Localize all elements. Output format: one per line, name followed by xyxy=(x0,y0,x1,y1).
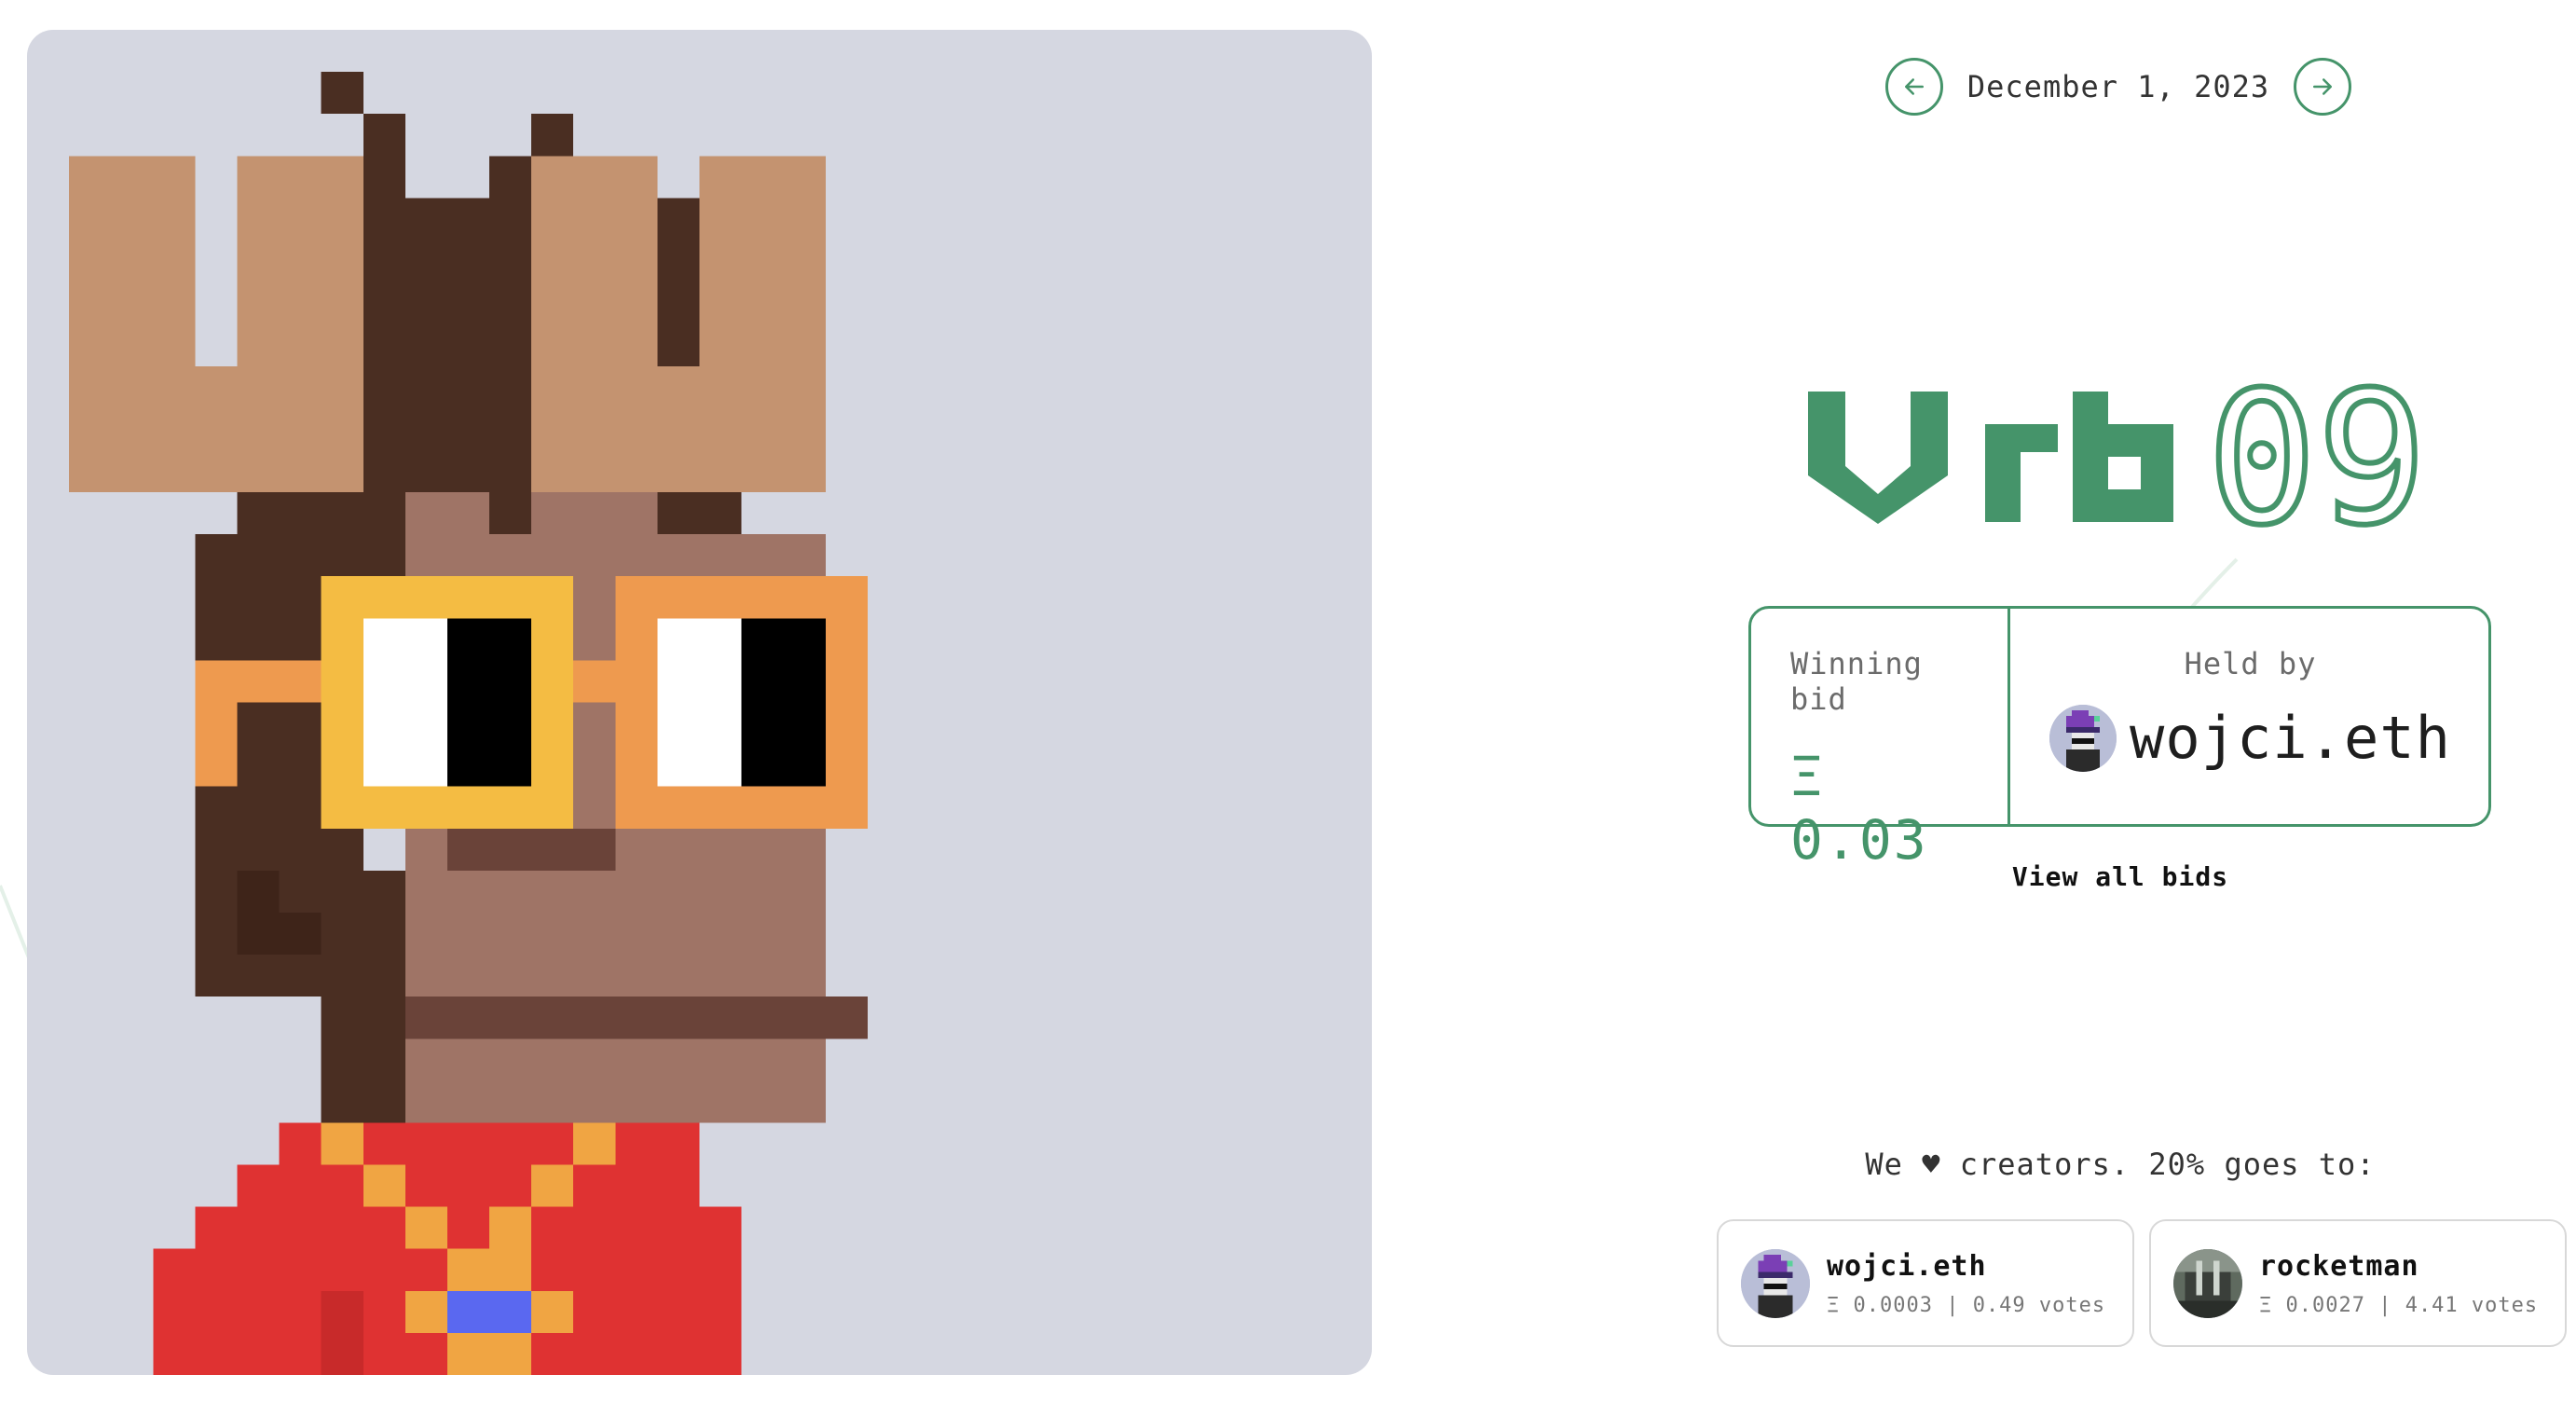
winning-bid-label: Winning bid xyxy=(1790,646,1923,717)
auction-date: December 1, 2023 xyxy=(1966,69,2270,104)
date-navigation: December 1, 2023 xyxy=(1885,58,2351,116)
creator-stats: Ξ 0.0003 | 0.49 votes xyxy=(1827,1293,2106,1317)
arrow-left-icon xyxy=(1905,78,1924,95)
arrow-right-icon xyxy=(2313,78,2332,95)
previous-auction-button[interactable] xyxy=(1885,58,1943,116)
creators-heading-suffix: creators. 20% goes to: xyxy=(1959,1147,2376,1182)
creator-name: rocketman xyxy=(2259,1249,2419,1283)
holder-link[interactable]: wojci.eth xyxy=(2049,704,2451,772)
bid-info-panel: Winning bid Ξ 0.03 Held by wojci.eth xyxy=(1748,606,2491,872)
creator-avatar xyxy=(2173,1248,2242,1318)
held-by-label: Held by xyxy=(2184,646,2317,681)
creator-name: wojci.eth xyxy=(1827,1249,1987,1283)
creator-card-rocketman[interactable]: rocketman Ξ 0.0027 | 4.41 votes xyxy=(2149,1219,2567,1347)
creators-heading-prefix: We xyxy=(1865,1147,1903,1182)
creator-avatar xyxy=(1741,1248,1810,1318)
winning-bid-value: Ξ 0.03 xyxy=(1790,745,1928,872)
held-by-section: Held by wojci.eth xyxy=(2010,609,2488,824)
next-auction-button[interactable] xyxy=(2294,58,2351,116)
auction-title: 09 xyxy=(1799,350,2432,569)
holder-avatar xyxy=(2049,704,2117,772)
winning-bid-section: Winning bid Ξ 0.03 xyxy=(1751,609,2011,872)
heart-icon: ♥ xyxy=(1922,1147,1941,1182)
auction-number: 09 xyxy=(2207,373,2427,541)
pixel-moose-image xyxy=(69,72,868,1375)
nft-artwork xyxy=(27,30,1372,1375)
holder-name: wojci.eth xyxy=(2130,704,2451,772)
creator-info: wojci.eth Ξ 0.0003 | 0.49 votes xyxy=(1827,1250,2105,1317)
vrb-logo: 09 xyxy=(1808,350,2430,569)
auction-page: December 1, 2023 09 Winning bid Ξ 0.03 H… xyxy=(0,0,2576,1402)
creator-stats: Ξ 0.0027 | 4.41 votes xyxy=(2259,1293,2539,1317)
creator-info: rocketman Ξ 0.0027 | 4.41 votes xyxy=(2259,1250,2538,1317)
creator-card-wojci[interactable]: wojci.eth Ξ 0.0003 | 0.49 votes xyxy=(1717,1219,2134,1347)
view-all-bids-link[interactable]: View all bids xyxy=(1957,861,2283,892)
creators-heading: We ♥ creators. 20% goes to: xyxy=(1817,1147,2423,1182)
